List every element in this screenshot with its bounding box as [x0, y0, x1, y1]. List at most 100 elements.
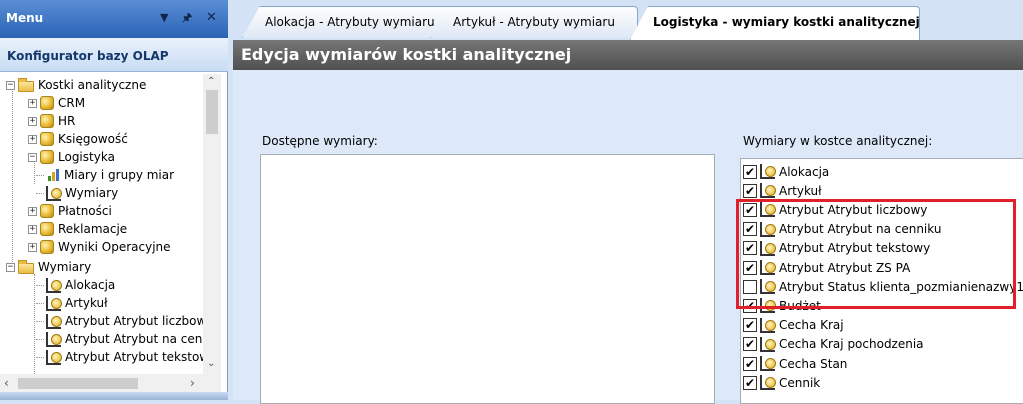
cube-icon	[40, 240, 54, 254]
cube-dimension-item[interactable]: ✔ Artykuł	[743, 181, 822, 200]
dimension-icon	[46, 277, 62, 293]
available-dimensions-label: Dostępne wymiary:	[262, 134, 378, 148]
scroll-thumb[interactable]	[18, 378, 138, 389]
expand-icon[interactable]: +	[28, 98, 37, 108]
menu-title: Menu	[6, 11, 44, 25]
cube-dimension-item[interactable]: ✔ Atrybut Atrybut na cenniku	[743, 220, 941, 239]
tab-alokacja[interactable]: Alokacja - Atrybuty wymiaru	[242, 6, 452, 38]
cube-icon	[40, 96, 54, 110]
scroll-up-icon[interactable]: ⌃	[207, 76, 215, 87]
tree-item-cube[interactable]: + Płatności	[28, 202, 112, 220]
dimension-checkbox[interactable]: ✔	[743, 318, 757, 333]
tree-item-kostki[interactable]: − Kostki analityczne	[6, 76, 146, 94]
dimension-icon	[760, 164, 776, 179]
dimension-icon	[760, 279, 776, 295]
dimension-icon	[760, 240, 776, 256]
cube-icon	[40, 222, 54, 236]
tree-item-cube[interactable]: + Wyniki Operacyjne	[28, 238, 171, 256]
dimension-checkbox[interactable]: ✔	[743, 183, 757, 198]
tree-horizontal-scrollbar[interactable]: ‹ ›	[0, 374, 221, 392]
tree-vertical-scrollbar[interactable]: ⌃ ⌄	[203, 74, 221, 374]
collapse-icon[interactable]: −	[6, 80, 15, 90]
collapse-icon[interactable]: −	[6, 262, 15, 272]
cube-dimension-item[interactable]: ✔ Budżet	[743, 296, 821, 315]
dimension-checkbox[interactable]: ✔	[743, 202, 757, 217]
dimension-icon	[760, 260, 776, 275]
menu-header: Menu ▼ 🖈︎ ✕	[0, 0, 228, 38]
expand-icon[interactable]: +	[28, 116, 37, 126]
configurator-title: Konfigurator bazy OLAP	[7, 49, 169, 63]
dimension-icon	[760, 298, 776, 314]
dimension-checkbox[interactable]: ✔	[743, 337, 757, 352]
dimension-checkbox[interactable]: ✔	[743, 164, 757, 179]
expand-icon[interactable]: +	[28, 242, 37, 252]
dimension-checkbox[interactable]: ✔	[743, 298, 757, 313]
dimension-icon	[46, 185, 62, 201]
dimension-icon	[46, 295, 62, 311]
tree-item-dimension[interactable]: Artykuł	[36, 294, 108, 312]
tree-item-cube[interactable]: + HR	[28, 112, 75, 130]
cube-dimension-item[interactable]: ✔ Cecha Stan	[743, 354, 847, 373]
cube-icon	[40, 150, 54, 164]
collapse-icon[interactable]: −	[28, 152, 37, 162]
cube-dimension-item[interactable]: ✔ Atrybut Atrybut ZS PA	[743, 258, 910, 277]
cube-dimensions-list[interactable]: ✔ Alokacja ✔ Artykuł ✔ Atrybut Atrybut liczbo…	[740, 158, 1023, 404]
expand-icon[interactable]: +	[28, 134, 37, 144]
expand-icon[interactable]: +	[28, 206, 37, 216]
menu-panel: Menu ▼ 🖈︎ ✕ Konfigurator bazy OLAP − Kos…	[0, 0, 228, 400]
expand-icon[interactable]: +	[28, 224, 37, 234]
dimension-checkbox[interactable]	[743, 279, 757, 294]
tree-item-cube[interactable]: + Reklamacje	[28, 220, 127, 238]
tree-item-cube[interactable]: − Logistyka	[28, 148, 115, 166]
cube-dimension-item[interactable]: ✔ Cennik	[743, 373, 820, 392]
cube-dimension-item[interactable]: ✔ Atrybut Atrybut liczbowy	[743, 200, 927, 219]
tree-item-dimensions[interactable]: Wymiary	[36, 184, 118, 202]
dimension-icon	[760, 221, 776, 237]
triangle-down-icon[interactable]: ▼	[160, 11, 168, 25]
dimension-checkbox[interactable]: ✔	[743, 375, 757, 390]
dimension-checkbox[interactable]: ✔	[743, 356, 757, 371]
olap-tree[interactable]: − Kostki analityczne + CRM + HR + Księgo…	[0, 74, 203, 374]
cube-icon	[40, 132, 54, 146]
tree-item-measures[interactable]: Miary i grupy miar	[36, 166, 174, 184]
dimension-icon	[760, 183, 776, 199]
bar-chart-icon	[46, 168, 60, 182]
dimension-checkbox[interactable]: ✔	[743, 222, 757, 237]
scroll-thumb[interactable]	[206, 90, 218, 134]
close-icon[interactable]: ✕	[206, 11, 217, 25]
dimension-icon	[760, 375, 776, 391]
cube-icon	[40, 114, 54, 128]
tree-item-dimension[interactable]: Alokacja	[36, 276, 115, 294]
cube-dimension-item[interactable]: ✔ Alokacja	[743, 162, 829, 181]
scroll-right-icon[interactable]: ›	[190, 376, 195, 390]
cube-dimension-item[interactable]: ✔ Cecha Kraj	[743, 316, 844, 335]
folder-icon	[18, 77, 34, 92]
tree-item-dimension[interactable]: Atrybut Atrybut liczbowy	[36, 312, 203, 330]
dimension-icon	[46, 349, 62, 365]
tree-item-dimension[interactable]: Atrybut Atrybut tekstow	[36, 348, 203, 366]
scroll-down-icon[interactable]: ⌄	[207, 358, 215, 369]
dimension-icon	[760, 202, 776, 218]
available-dimensions-list[interactable]	[260, 154, 715, 404]
dimension-checkbox[interactable]: ✔	[743, 241, 757, 256]
folder-icon	[18, 259, 34, 274]
scroll-left-icon[interactable]: ‹	[4, 376, 9, 390]
menu-footer	[0, 392, 228, 400]
tab-artykul[interactable]: Artykuł - Atrybuty wymiaru	[430, 6, 638, 38]
tree-item-cube[interactable]: + Księgowość	[28, 130, 128, 148]
dimension-icon	[760, 317, 776, 333]
menu-subheader: Konfigurator bazy OLAP	[0, 38, 228, 72]
cube-dimension-item[interactable]: Atrybut Status klienta_pozmianienazwy1	[743, 277, 1023, 296]
tree-item-cube[interactable]: + CRM	[28, 94, 85, 112]
dimension-checkbox[interactable]: ✔	[743, 260, 757, 275]
cube-dimension-item[interactable]: ✔ Atrybut Atrybut tekstowy	[743, 239, 930, 258]
tab-logistyka[interactable]: Logistyka - wymiary kostki analitycznej	[630, 6, 920, 40]
pin-icon[interactable]: 🖈︎	[182, 11, 192, 25]
tree-item-dimension[interactable]: Atrybut Atrybut na cenn	[36, 330, 203, 348]
dimension-icon	[760, 336, 776, 352]
tree-item-wymiary[interactable]: − Wymiary	[6, 258, 91, 276]
cube-dimension-item[interactable]: ✔ Cecha Kraj pochodzenia	[743, 335, 924, 354]
cube-icon	[40, 204, 54, 218]
dimension-icon	[760, 356, 776, 371]
dimension-icon	[46, 313, 62, 329]
